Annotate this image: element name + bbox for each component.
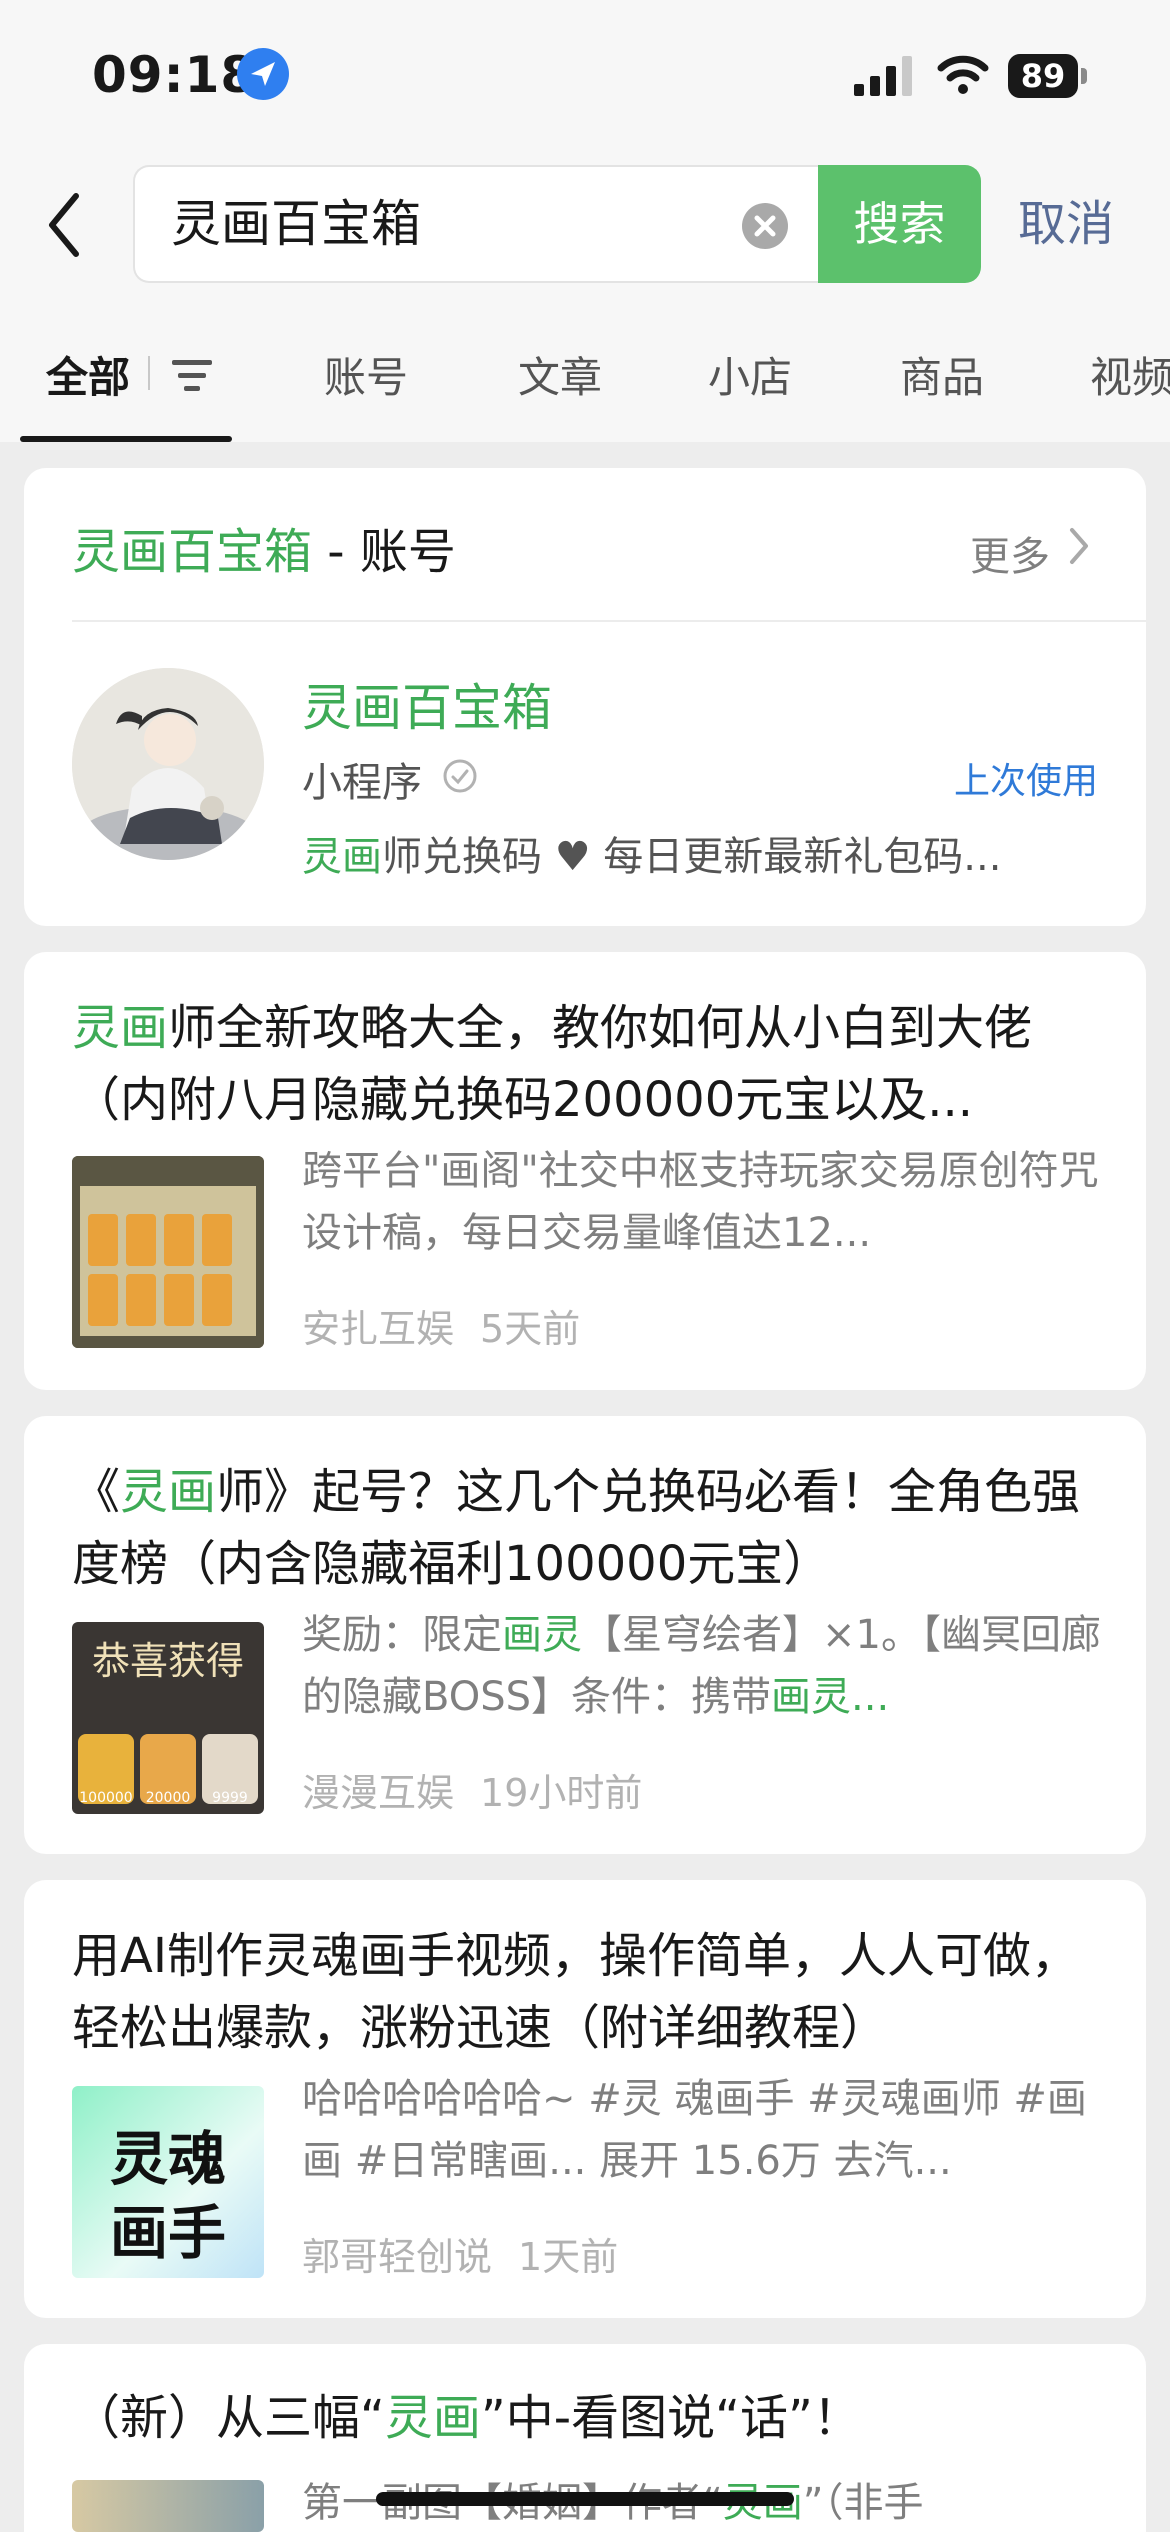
filter-icon[interactable] (170, 356, 214, 396)
article-source: 漫漫互娱 (302, 1771, 455, 1815)
article-meta: 安扎互娱 5天前 (302, 1298, 606, 1353)
article-snippet: 哈哈哈哈哈哈~ #灵 魂画手 #灵魂画师 #画画 #日常瞎画... 展开 15.… (302, 2076, 1087, 2184)
tab-separator (148, 356, 150, 390)
article-title: 灵画师全新攻略大全，教你如何从小白到大佬（内附八月隐藏兑换码200000元宝以及… (72, 1000, 1033, 1128)
reward-count-1: 100000 (79, 1790, 133, 1806)
verified-icon (443, 759, 477, 793)
article-thumbnail (72, 1156, 264, 1348)
article-time: 5天前 (480, 1307, 581, 1351)
clear-icon[interactable] (742, 203, 788, 249)
home-indicator[interactable] (376, 2492, 794, 2506)
article-source: 郭哥轻创说 (302, 2235, 493, 2279)
reward-count-2: 20000 (145, 1790, 191, 1806)
tab-all[interactable]: 全部 (46, 344, 130, 405)
search-button[interactable]: 搜索 (818, 165, 981, 283)
last-used-label: 上次使用 (953, 761, 1098, 802)
article-source: 安扎互娱 (302, 1307, 455, 1351)
article-snippet: 奖励：限定画灵【星穹绘者】×1。【幽冥回廊的隐藏BOSS】条件：携带画灵... (302, 1612, 1101, 1720)
thumbnail-text-line2: 画手 (109, 2199, 226, 2267)
account-description: 灵画师兑换码 ♥ 每日更新最新礼包码... (302, 834, 1002, 880)
more-link[interactable]: 更多 (970, 524, 1050, 582)
search-input[interactable]: 灵画百宝箱 (133, 165, 818, 283)
chevron-right-icon[interactable] (1068, 526, 1090, 566)
tab-accounts[interactable]: 账号 (324, 344, 408, 405)
article-title: 《灵画师》起号？这几个兑换码必看！全角色强度榜（内含隐藏福利100000元宝） (72, 1464, 1081, 1592)
article-result-card[interactable]: 用AI制作灵魂画手视频，操作简单，人人可做，轻松出爆款，涨粉迅速（附详细教程） … (24, 1880, 1146, 2318)
article-title: 用AI制作灵魂画手视频，操作简单，人人可做，轻松出爆款，涨粉迅速（附详细教程） (72, 1928, 1079, 2056)
article-thumbnail: 恭喜获得 100000 20000 9999 (72, 1622, 264, 1814)
tab-products[interactable]: 商品 (900, 344, 984, 405)
tab-shops[interactable]: 小店 (708, 344, 792, 405)
tab-videos[interactable]: 视频 (1090, 344, 1170, 405)
active-tab-indicator (20, 436, 232, 442)
article-result-card[interactable]: 灵画师全新攻略大全，教你如何从小白到大佬（内附八月隐藏兑换码200000元宝以及… (24, 952, 1146, 1390)
wifi-icon (937, 55, 989, 94)
cancel-button[interactable]: 取消 (1018, 165, 1114, 283)
battery-level: 89 (1008, 54, 1078, 98)
back-arrow-icon[interactable] (44, 190, 84, 260)
battery-indicator: 89 (1008, 54, 1088, 98)
status-time: 09:18 (92, 46, 257, 104)
battery-cap (1081, 68, 1087, 84)
filter-tabs: 全部 账号 文章 小店 商品 视频 (0, 320, 1170, 442)
tab-articles[interactable]: 文章 (518, 344, 602, 405)
search-query-text[interactable]: 灵画百宝箱 (171, 167, 421, 281)
location-icon (237, 48, 289, 100)
article-meta: 漫漫互娱 19小时前 (302, 1762, 668, 1817)
article-time: 19小时前 (480, 1771, 643, 1815)
account-name: 灵画百宝箱 (302, 679, 552, 737)
avatar-illustration (72, 668, 264, 860)
avatar[interactable] (72, 668, 264, 860)
thumbnail-text-line1: 灵魂 (109, 2125, 226, 2193)
game-screenshot-thumbnail (72, 1156, 264, 1348)
article-snippet: 跨平台"画阁"社交中枢支持玩家交易原创符咒设计稿，每日交易量峰值达12... (302, 1148, 1099, 1256)
article-time: 1天前 (518, 2235, 619, 2279)
divider (72, 620, 1146, 622)
account-section-title: 灵画百宝箱 - 账号 (72, 524, 456, 580)
article-thumbnail (72, 2480, 264, 2532)
article-meta: 郭哥轻创说 1天前 (302, 2226, 644, 2281)
article-title: （新）从三幅“灵画”中-看图说“话”！ (72, 2390, 861, 2446)
cellular-signal-icon (854, 56, 912, 96)
article-result-card[interactable]: 《灵画师》起号？这几个兑换码必看！全角色强度榜（内含隐藏福利100000元宝） … (24, 1416, 1146, 1854)
reward-count-3: 9999 (212, 1790, 248, 1806)
account-type: 小程序 (302, 760, 422, 806)
thumbnail-caption: 恭喜获得 (91, 1639, 244, 1683)
account-result-card[interactable]: 灵画百宝箱 - 账号 更多 灵画百宝箱 小程序 上次使用 灵画师兑换码 ♥ 每日… (24, 468, 1146, 926)
header-area: 09:18 89 灵画百宝箱 搜索 取消 全部 账号 文章 小店 商品 视频 (0, 0, 1170, 442)
article-thumbnail: 灵魂 画手 (72, 2086, 264, 2278)
